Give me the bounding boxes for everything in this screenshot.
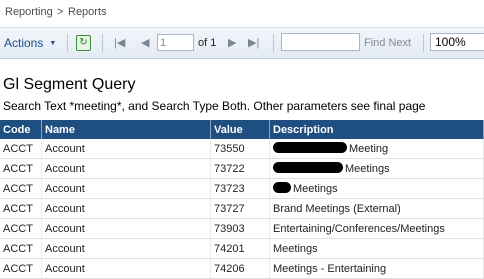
divider [423, 34, 424, 52]
description-text: Meeting [349, 143, 389, 155]
cell-name: Account [41, 198, 211, 219]
cell-value: 73550 [210, 139, 270, 159]
table-row: ACCT Account 74201 Meetings [0, 238, 484, 259]
page-count-label: of 1 [198, 37, 217, 49]
breadcrumb-separator: > [57, 6, 64, 18]
report-toolbar: Actions ▼ ↻ |◀ ◀ of 1 ▶ ▶| Find Next 100% [0, 28, 484, 59]
column-header-description: Description [269, 120, 484, 139]
redaction-mark [273, 162, 343, 173]
cell-name: Account [41, 238, 211, 259]
cell-value: 73722 [210, 158, 270, 179]
cell-code: ACCT [0, 238, 42, 259]
table-row: ACCT Account 73903 Entertaining/Conferen… [0, 218, 484, 239]
redaction-mark [273, 142, 347, 153]
cell-value: 73903 [210, 218, 270, 239]
column-header-value: Value [210, 120, 270, 139]
column-header-code: Code [0, 120, 42, 139]
table-header-row: Code Name Value Description [0, 120, 484, 139]
description-text: Meetings [345, 163, 390, 175]
cell-code: ACCT [0, 198, 42, 219]
table-row: ACCT Account 73722 Meetings [0, 158, 484, 179]
last-page-icon[interactable]: ▶| [248, 36, 259, 49]
cell-description: Meetings [269, 178, 484, 199]
table-row: ACCT Account 73550 Meeting [0, 139, 484, 159]
redaction-mark [273, 182, 291, 193]
cell-name: Account [41, 158, 211, 179]
divider [67, 34, 68, 52]
breadcrumb: Reporting > Reports [0, 0, 484, 28]
cell-name: Account [41, 178, 211, 199]
divider [102, 34, 103, 52]
page-number-input[interactable] [157, 34, 194, 51]
next-page-icon[interactable]: ▶ [228, 36, 236, 49]
previous-page-icon[interactable]: ◀ [141, 36, 149, 49]
find-text-input[interactable] [281, 33, 360, 51]
find-next-link[interactable]: Find Next [364, 37, 411, 49]
divider [273, 34, 274, 52]
table-row: ACCT Account 74206 Meetings - Entertaini… [0, 258, 484, 279]
cell-description: Meetings [269, 238, 484, 259]
report-title: Gl Segment Query [3, 76, 136, 93]
cell-code: ACCT [0, 158, 42, 179]
cell-name: Account [41, 258, 211, 279]
first-page-icon[interactable]: |◀ [114, 36, 125, 49]
cell-name: Account [41, 218, 211, 239]
table-row: ACCT Account 73727 Brand Meetings (Exter… [0, 198, 484, 219]
cell-description: Entertaining/Conferences/Meetings [269, 218, 484, 239]
zoom-select[interactable]: 100% [430, 33, 484, 51]
breadcrumb-reporting[interactable]: Reporting [5, 6, 53, 18]
cell-value: 73727 [210, 198, 270, 219]
cell-code: ACCT [0, 139, 42, 159]
report-subtitle: Search Text *meeting*, and Search Type B… [3, 99, 426, 113]
breadcrumb-reports[interactable]: Reports [68, 6, 107, 18]
refresh-icon[interactable]: ↻ [76, 35, 91, 51]
cell-code: ACCT [0, 218, 42, 239]
cell-value: 73723 [210, 178, 270, 199]
description-text: Meetings [293, 183, 338, 195]
cell-code: ACCT [0, 258, 42, 279]
cell-name: Account [41, 139, 211, 159]
actions-menu[interactable]: Actions ▼ [4, 36, 56, 50]
cell-description: Meeting [269, 139, 484, 159]
cell-description: Brand Meetings (External) [269, 198, 484, 219]
actions-label: Actions [4, 36, 44, 50]
chevron-down-icon: ▼ [49, 40, 57, 47]
cell-value: 74201 [210, 238, 270, 259]
cell-description: Meetings [269, 158, 484, 179]
cell-description: Meetings - Entertaining [269, 258, 484, 279]
results-table: Code Name Value Description ACCT Account… [0, 120, 484, 279]
column-header-name: Name [41, 120, 211, 139]
table-row: ACCT Account 73723 Meetings [0, 178, 484, 199]
cell-code: ACCT [0, 178, 42, 199]
cell-value: 74206 [210, 258, 270, 279]
